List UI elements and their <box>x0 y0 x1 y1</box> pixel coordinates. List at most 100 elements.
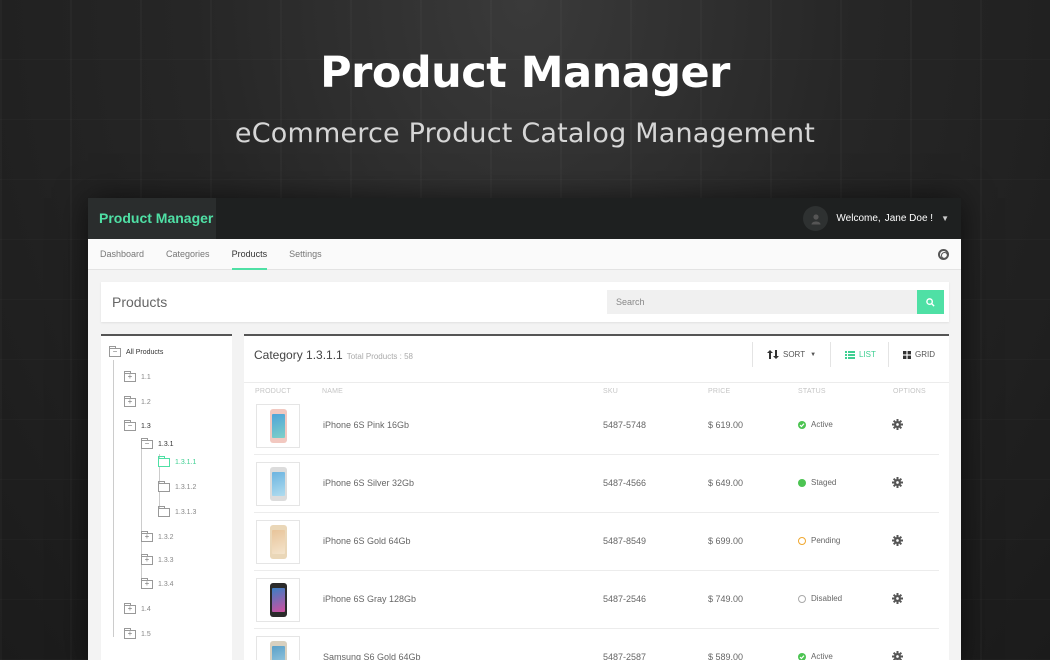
status-badge: Active <box>798 652 833 660</box>
product-name[interactable]: iPhone 6S Pink 16Gb <box>323 420 409 430</box>
page-header: Products <box>101 282 949 322</box>
tree-node-all-products[interactable]: − All Products <box>109 346 163 357</box>
gear-icon[interactable] <box>892 535 903 546</box>
search-icon <box>926 297 935 307</box>
table-row[interactable]: Samsung S6 Gold 64Gb 5487-2587 $ 589.00 … <box>254 630 939 660</box>
grid-view-button[interactable]: GRID <box>888 342 949 367</box>
column-status[interactable]: STATUS <box>798 388 826 395</box>
folder-open-icon: − <box>141 438 153 449</box>
phone-image <box>269 583 287 617</box>
category-tree: − All Products + 1.1 + 1.2 − 1.3 − 1.3.1… <box>101 334 232 660</box>
chevron-down-icon[interactable]: ▼ <box>941 214 949 223</box>
status-badge: Staged <box>798 478 836 487</box>
product-panel: Category 1.3.1.1 Total Products : 58 SORT… <box>244 334 949 660</box>
category-title: Category 1.3.1.1 Total Products : 58 <box>254 348 413 362</box>
product-count: Total Products : 58 <box>346 352 413 361</box>
column-product[interactable]: PRODUCT <box>255 388 291 395</box>
folder-icon <box>158 456 170 467</box>
folder-plus-icon: + <box>124 628 136 639</box>
tree-node-1-3-2[interactable]: + 1.3.2 <box>141 531 174 542</box>
status-badge: Active <box>798 420 833 429</box>
folder-plus-icon: + <box>124 603 136 614</box>
tree-node-1-4[interactable]: + 1.4 <box>124 603 151 614</box>
table-row[interactable]: iPhone 6S Gold 64Gb 5487-8549 $ 699.00 P… <box>254 514 939 571</box>
tree-node-1-3-1-2[interactable]: 1.3.1.2 <box>158 481 196 492</box>
product-thumbnail[interactable] <box>256 520 300 564</box>
product-price: $ 749.00 <box>708 594 744 604</box>
column-options[interactable]: OPTIONS <box>893 388 926 395</box>
gear-icon[interactable] <box>892 593 903 604</box>
folder-plus-icon: + <box>124 371 136 382</box>
phone-image <box>269 467 287 501</box>
product-price: $ 649.00 <box>708 478 744 488</box>
product-name[interactable]: iPhone 6S Silver 32Gb <box>323 478 414 488</box>
column-price[interactable]: PRICE <box>708 388 730 395</box>
welcome-text: Welcome, <box>836 213 881 224</box>
product-sku: 5487-2546 <box>603 594 647 604</box>
product-thumbnail[interactable] <box>256 462 300 506</box>
hero-title: Product Manager <box>320 48 730 98</box>
search-input[interactable] <box>607 290 917 314</box>
folder-open-icon: − <box>109 346 121 357</box>
status-badge: Pending <box>798 536 840 545</box>
main-nav: Dashboard Categories Products Settings <box>88 239 961 270</box>
column-name[interactable]: NAME <box>322 388 343 395</box>
grid-icon <box>903 350 911 359</box>
app-window: Product Manager Welcome, Jane Doe ! ▼ Da… <box>88 198 961 660</box>
table-row[interactable]: iPhone 6S Silver 32Gb 5487-4566 $ 649.00… <box>254 456 939 513</box>
tree-node-1-3-1[interactable]: − 1.3.1 <box>141 438 174 449</box>
list-icon <box>845 350 855 359</box>
product-thumbnail[interactable] <box>256 578 300 622</box>
status-badge: Disabled <box>798 594 842 603</box>
nav-categories[interactable]: Categories <box>166 239 210 270</box>
table-row[interactable]: iPhone 6S Gray 128Gb 5487-2546 $ 749.00 … <box>254 572 939 629</box>
folder-icon <box>158 506 170 517</box>
user-menu[interactable]: Welcome, Jane Doe ! ▼ <box>803 206 949 231</box>
folder-icon <box>158 481 170 492</box>
sort-arrows-icon <box>767 350 779 359</box>
user-icon <box>811 213 821 224</box>
nav-products[interactable]: Products <box>231 239 267 270</box>
product-price: $ 619.00 <box>708 420 744 430</box>
phone-image <box>269 525 287 559</box>
column-sku[interactable]: SKU <box>603 388 618 395</box>
status-ring-icon <box>798 536 806 545</box>
tree-node-1-3-1-1[interactable]: 1.3.1.1 <box>158 456 196 467</box>
help-icon[interactable] <box>938 249 949 260</box>
chevron-down-icon: ▼ <box>810 351 817 358</box>
user-name: Jane Doe ! <box>884 213 934 224</box>
brand-logo[interactable]: Product Manager <box>88 198 216 239</box>
phone-image <box>269 641 287 660</box>
avatar[interactable] <box>803 206 829 231</box>
tree-node-1-1[interactable]: + 1.1 <box>124 371 151 382</box>
tree-node-1-2[interactable]: + 1.2 <box>124 396 151 407</box>
table-row[interactable]: iPhone 6S Pink 16Gb 5487-5748 $ 619.00 A… <box>254 398 939 455</box>
search-button[interactable] <box>917 290 944 314</box>
tree-node-1-3[interactable]: − 1.3 <box>124 420 151 431</box>
product-sku: 5487-5748 <box>603 420 647 430</box>
product-sku: 5487-4566 <box>603 478 647 488</box>
gear-icon[interactable] <box>892 477 903 488</box>
product-price: $ 699.00 <box>708 536 744 546</box>
list-view-button[interactable]: LIST <box>830 342 890 367</box>
nav-settings[interactable]: Settings <box>289 239 322 270</box>
gear-icon[interactable] <box>892 651 903 660</box>
product-name[interactable]: iPhone 6S Gold 64Gb <box>323 536 411 546</box>
folder-open-icon: − <box>124 420 136 431</box>
tree-node-1-5[interactable]: + 1.5 <box>124 628 151 639</box>
top-bar: Product Manager Welcome, Jane Doe ! ▼ <box>88 198 961 239</box>
tree-node-1-3-1-3[interactable]: 1.3.1.3 <box>158 506 196 517</box>
gear-icon[interactable] <box>892 419 903 430</box>
folder-plus-icon: + <box>124 396 136 407</box>
product-thumbnail[interactable] <box>256 404 300 448</box>
product-thumbnail[interactable] <box>256 636 300 660</box>
nav-dashboard[interactable]: Dashboard <box>100 239 144 270</box>
status-ring-icon <box>798 594 806 603</box>
tree-node-1-3-4[interactable]: + 1.3.4 <box>141 578 174 589</box>
product-name[interactable]: Samsung S6 Gold 64Gb <box>323 652 421 660</box>
product-name[interactable]: iPhone 6S Gray 128Gb <box>323 594 416 604</box>
page-title: Products <box>112 294 168 310</box>
sort-button[interactable]: SORT ▼ <box>752 342 836 367</box>
check-circle-icon <box>798 420 806 429</box>
tree-node-1-3-3[interactable]: + 1.3.3 <box>141 554 174 565</box>
